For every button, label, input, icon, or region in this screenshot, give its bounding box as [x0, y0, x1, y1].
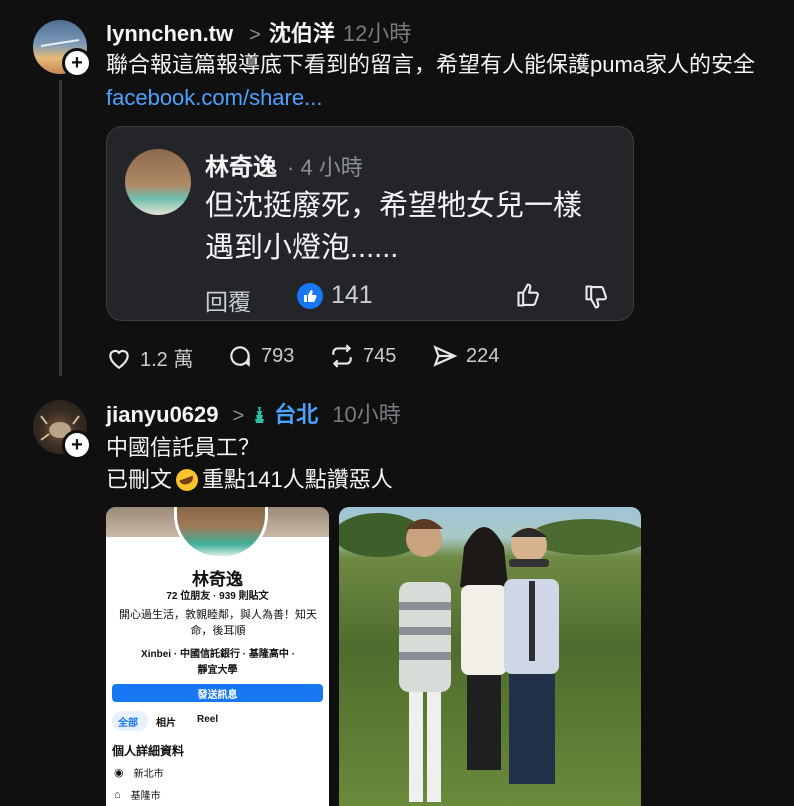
heart-icon [109, 349, 129, 369]
like-button[interactable]: 1.2 萬 [106, 343, 193, 372]
card-name[interactable]: 林奇逸 [205, 147, 277, 182]
profile-tab-reel: Reel [197, 714, 219, 725]
repost-count: 745 [363, 344, 397, 367]
group-photo-figures [339, 513, 641, 802]
post2-line2-b: 重點141人點讚惡人 [202, 467, 393, 492]
post1-username[interactable]: lynnchen.tw [106, 21, 233, 47]
post2-time: 10小時 [332, 402, 401, 427]
profile-info-row2: 靜宜大學 [197, 665, 238, 676]
location-pin-icon: ◉ [114, 767, 124, 779]
profile-detail1-text: 新北市 [133, 769, 164, 780]
card-text-line2: 遇到小燈泡...... [205, 232, 399, 264]
like-reaction-icon [297, 283, 323, 309]
send-icon [433, 345, 458, 367]
share-button[interactable]: 224 [432, 343, 499, 369]
thumbs-down-icon[interactable] [583, 283, 611, 311]
profile-counts: 72 位朋友 · 939 則貼文 [166, 591, 269, 602]
profile-detail1: ◉ 新北市 [114, 765, 164, 780]
follow-plus-button-2[interactable]: + [62, 430, 92, 460]
profile-tab-photos: 相片 [156, 718, 176, 729]
card-time: · 4 小時 [287, 155, 363, 180]
group-photo-image[interactable] [339, 507, 641, 806]
share-count: 224 [466, 344, 500, 367]
thumbs-up-icon[interactable] [515, 281, 543, 309]
post2-header: jianyu0629 > 台北 10小時 [106, 397, 401, 429]
post1-time: 12小時 [342, 21, 412, 46]
profile-message-button: 發送訊息 [112, 684, 323, 702]
post2-location[interactable]: 台北 [274, 397, 318, 429]
repost-icon [332, 344, 352, 368]
card-header: 林奇逸 · 4 小時 [205, 147, 363, 182]
comment-button[interactable]: 793 [227, 343, 294, 369]
chevron-right-icon-2: > [232, 405, 245, 427]
repost-button[interactable]: 745 [329, 343, 396, 369]
post2-line1: 中國信託員工？ [106, 435, 261, 460]
profile-info-row1: Xinbei · 中國信託銀行 · 基隆高中 · [141, 649, 295, 660]
profile-screenshot-image[interactable]: 林奇逸 72 位朋友 · 939 則貼文 開心過生活，敦親睦鄰，與人為善！知天命… [106, 507, 329, 806]
post1-header: lynnchen.tw > 沈伯洋 12小時 [106, 16, 411, 48]
post2-line2-a: 已刪文 [106, 467, 173, 492]
profile-bio: 開心過生活，敦親睦鄰，與人為善！知天命，後耳順 [119, 609, 317, 637]
card-reply-button[interactable]: 回覆 [205, 283, 251, 317]
like-count: 1.2 萬 [140, 349, 194, 371]
comment-count: 793 [261, 344, 295, 367]
taipei101-icon [255, 403, 265, 423]
card-text-line1: 但沈挺廢死，希望牠女兒一樣 [205, 190, 583, 222]
profile-avatar [174, 507, 268, 559]
post1-text: 聯合報這篇報導底下看到的留言，希望有人能保護puma家人的安全 [106, 52, 756, 77]
post1-link[interactable]: facebook.com/share... [106, 85, 322, 111]
profile-details-heading: 個人詳細資料 [112, 744, 185, 758]
thread-line [59, 80, 62, 376]
quoted-comment-card[interactable]: 林奇逸 · 4 小時 但沈挺廢死，希望牠女兒一樣 遇到小燈泡...... 回覆 … [106, 126, 634, 321]
follow-plus-button[interactable]: + [62, 48, 92, 78]
chevron-right-icon: > [249, 24, 261, 46]
profile-tab-all: 全部 [118, 718, 138, 729]
post2-line2: 已刪文 重點141人點讚惡人 [106, 464, 393, 496]
avatar-commenter [125, 149, 191, 215]
home-icon: ⌂ [114, 788, 121, 801]
card-like-count: 141 [331, 281, 373, 309]
card-text: 但沈挺廢死，希望牠女兒一樣 遇到小燈泡...... [205, 185, 582, 269]
post1-reply-to[interactable]: 沈伯洋 [269, 16, 335, 48]
comment-icon [230, 346, 250, 367]
profile-detail2: ⌂ 基隆市 [114, 787, 161, 803]
rofl-emoji-icon [176, 469, 199, 491]
profile-message-label: 發送訊息 [197, 689, 238, 701]
profile-detail2-text: 基隆市 [130, 791, 161, 802]
post2-username[interactable]: jianyu0629 [106, 402, 219, 428]
